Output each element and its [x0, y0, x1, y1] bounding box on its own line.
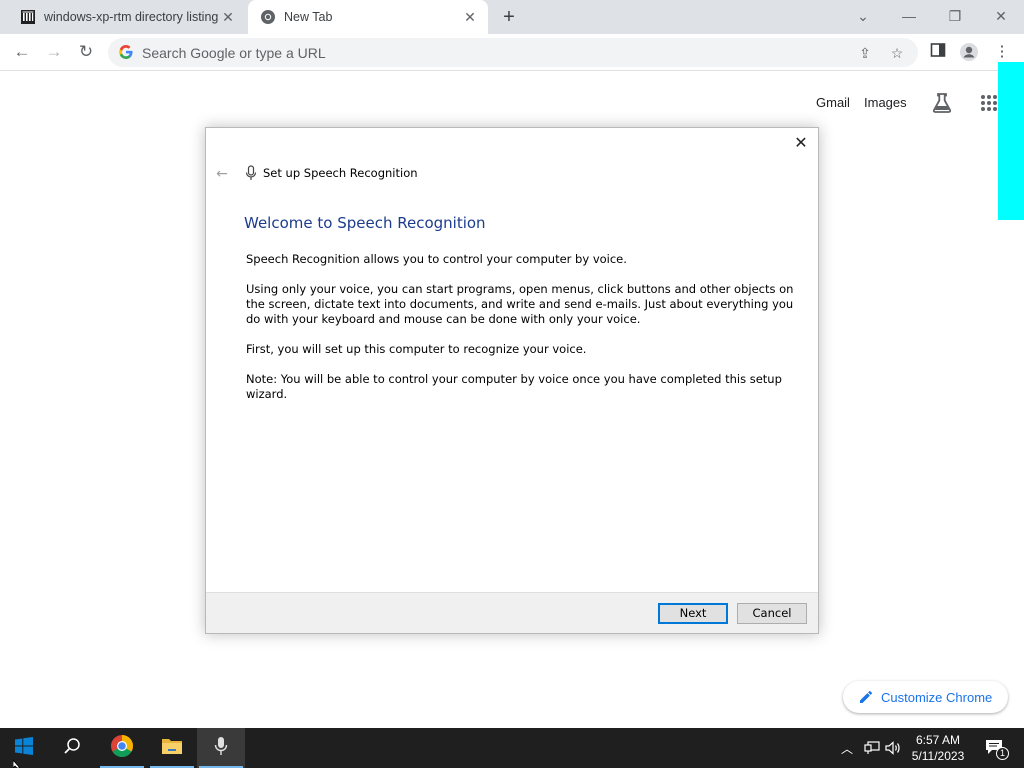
- volume-icon[interactable]: [884, 728, 904, 768]
- archive-icon: [20, 9, 36, 25]
- tab-strip: windows-xp-rtm directory listing ✕ New T…: [0, 0, 1024, 34]
- new-tab-button[interactable]: +: [498, 7, 520, 29]
- close-tab-icon[interactable]: ✕: [220, 9, 236, 25]
- tab-new-tab[interactable]: New Tab ✕: [248, 0, 488, 34]
- paragraph-first-step: First, you will set up this computer to …: [246, 342, 587, 356]
- taskbar-chrome[interactable]: [98, 728, 146, 768]
- search-icon: [63, 737, 81, 760]
- taskbar-file-explorer[interactable]: [148, 728, 196, 768]
- taskbar: ︿ 6:57 AM 5/11/2023 1: [0, 728, 1024, 768]
- show-hidden-icons-chevron-icon[interactable]: ︿: [838, 728, 856, 768]
- back-arrow-icon[interactable]: ←: [214, 166, 230, 182]
- gmail-link[interactable]: Gmail: [816, 95, 850, 110]
- profile-icon[interactable]: [959, 42, 979, 62]
- back-icon[interactable]: ←: [12, 42, 32, 62]
- windows-logo-icon: [15, 736, 33, 760]
- google-icon: [118, 44, 134, 60]
- browser-toolbar: ← → ↻ Search Google or type a URL ⇪ ☆ ⋮: [0, 34, 1024, 71]
- paragraph-note: Note: You will be able to control your c…: [246, 372, 782, 401]
- images-link[interactable]: Images: [864, 95, 907, 110]
- taskbar-clock[interactable]: 6:57 AM 5/11/2023: [906, 732, 970, 764]
- mouse-cursor-icon: [13, 760, 21, 768]
- omnibox[interactable]: Search Google or type a URL ⇪ ☆: [108, 38, 918, 67]
- network-icon[interactable]: [862, 728, 882, 768]
- speech-recognition-dialog: ✕ ← Set up Speech Recognition Welcome to…: [205, 127, 819, 634]
- dialog-heading: Welcome to Speech Recognition: [244, 214, 486, 232]
- microphone-icon: [214, 736, 228, 761]
- side-panel-icon[interactable]: [928, 42, 948, 62]
- google-apps-icon[interactable]: [980, 94, 998, 112]
- notification-icon: 1: [985, 739, 1009, 760]
- notification-count-badge: 1: [996, 747, 1009, 760]
- microphone-icon: [245, 165, 257, 181]
- restore-icon[interactable]: ❐: [940, 5, 970, 27]
- close-icon[interactable]: ✕: [792, 134, 810, 152]
- tab-title: New Tab: [284, 10, 333, 24]
- menu-kebab-icon[interactable]: ⋮: [992, 42, 1012, 62]
- forward-icon[interactable]: →: [44, 42, 64, 62]
- folder-icon: [161, 737, 183, 760]
- customize-chrome-button[interactable]: Customize Chrome: [843, 681, 1008, 713]
- cancel-button[interactable]: Cancel: [737, 603, 807, 624]
- paragraph-intro: Speech Recognition allows you to control…: [246, 252, 627, 266]
- close-tab-icon[interactable]: ✕: [462, 9, 478, 25]
- reload-icon[interactable]: ↻: [76, 42, 96, 62]
- next-button[interactable]: Next: [658, 603, 728, 624]
- cyan-overlay-bar: [998, 62, 1024, 220]
- share-icon[interactable]: ⇪: [856, 44, 874, 62]
- paragraph-details: Using only your voice, you can start pro…: [246, 282, 794, 326]
- tab-directory-listing[interactable]: windows-xp-rtm directory listing ✕: [0, 0, 246, 34]
- taskbar-speech-recognition[interactable]: [197, 728, 245, 768]
- minimize-icon[interactable]: —: [894, 5, 924, 27]
- dialog-footer: Next Cancel: [206, 592, 818, 633]
- bookmark-star-icon[interactable]: ☆: [888, 44, 906, 62]
- close-window-icon[interactable]: ✕: [986, 5, 1016, 27]
- clock-date: 5/11/2023: [911, 749, 965, 763]
- tab-title: windows-xp-rtm directory listing: [44, 10, 219, 24]
- customize-label: Customize Chrome: [881, 689, 993, 705]
- chrome-icon: [110, 734, 134, 763]
- search-button[interactable]: [48, 728, 96, 768]
- action-center-button[interactable]: 1: [980, 728, 1010, 768]
- start-button[interactable]: [0, 728, 48, 768]
- pencil-icon: [859, 690, 873, 704]
- clock-time: 6:57 AM: [915, 733, 961, 747]
- chrome-icon: [260, 9, 276, 25]
- tab-search-icon[interactable]: ⌄: [848, 5, 878, 27]
- dialog-title: Set up Speech Recognition: [263, 166, 418, 180]
- omnibox-placeholder: Search Google or type a URL: [142, 45, 326, 61]
- labs-flask-icon[interactable]: [931, 92, 953, 114]
